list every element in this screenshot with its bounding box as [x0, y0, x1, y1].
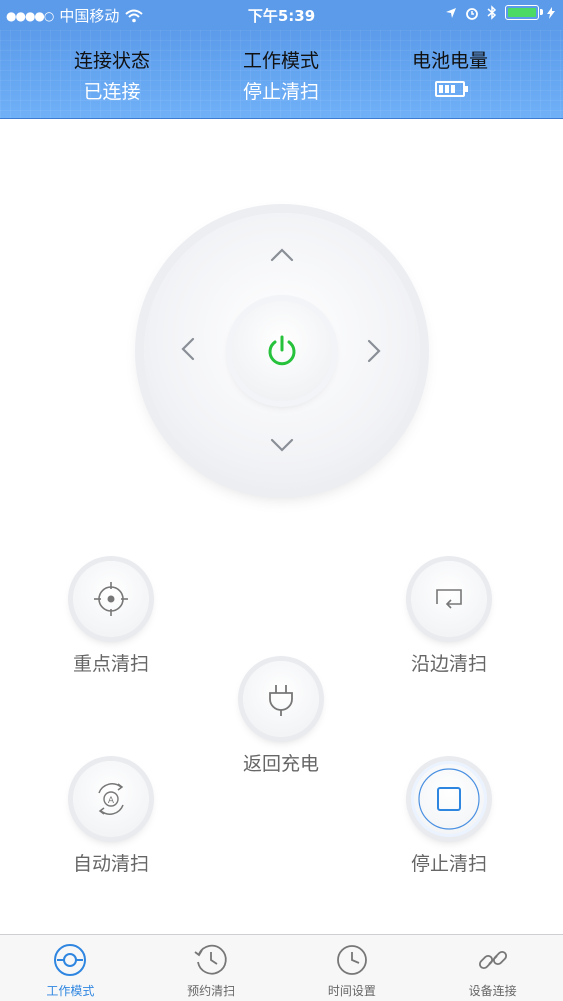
- move-forward-button[interactable]: [262, 235, 302, 275]
- tab-work-mode[interactable]: 工作模式: [0, 935, 141, 1001]
- stop-clean-button[interactable]: [411, 761, 487, 837]
- location-icon: [446, 7, 456, 18]
- work-mode-value: 停止清扫: [242, 81, 319, 103]
- target-icon: [94, 582, 128, 616]
- turn-right-button[interactable]: [354, 331, 394, 371]
- chevron-down-icon: [270, 438, 294, 452]
- tab-time-settings-label: 时间设置: [327, 984, 376, 998]
- tab-work-mode-label: 工作模式: [46, 984, 95, 998]
- move-backward-button[interactable]: [262, 425, 302, 465]
- chevron-up-icon: [270, 248, 294, 262]
- tab-schedule-clean[interactable]: 预约清扫: [141, 935, 282, 1001]
- return-charge-button[interactable]: [243, 661, 319, 737]
- stop-clean-label: 停止清扫: [410, 853, 487, 875]
- svg-text:A: A: [108, 796, 115, 806]
- history-icon: [194, 944, 227, 975]
- spot-clean-label: 重点清扫: [72, 653, 149, 675]
- bluetooth-icon: [487, 5, 497, 20]
- clock-icon: [336, 945, 367, 975]
- tab-bar: 工作模式 预约清扫 时间设置 设备连接: [0, 934, 563, 1001]
- spot-clean-button[interactable]: [73, 561, 149, 637]
- battery-level-title: 电池电量: [411, 50, 488, 72]
- robot-icon: [54, 944, 87, 976]
- connection-status: 连接状态 已连接: [32, 46, 192, 104]
- power-icon: [268, 335, 296, 366]
- tab-schedule-clean-label: 预约清扫: [187, 984, 236, 998]
- turn-left-button[interactable]: [168, 329, 208, 369]
- plug-icon: [269, 685, 293, 716]
- auto-clean-label: 自动清扫: [72, 853, 149, 875]
- work-mode-title: 工作模式: [242, 50, 319, 72]
- connection-status-value: 已连接: [83, 81, 141, 103]
- tab-device-connection-label: 设备连接: [468, 984, 517, 998]
- auto-clean-button[interactable]: A: [73, 761, 149, 837]
- edge-return-icon: [436, 589, 462, 609]
- stop-icon: [418, 768, 480, 830]
- battery-level-icon: [435, 81, 468, 97]
- auto-mode-icon: A: [98, 783, 124, 815]
- connection-status-title: 连接状态: [73, 50, 150, 72]
- status-right: [445, 5, 555, 20]
- tab-device-connection[interactable]: 设备连接: [422, 935, 563, 1001]
- status-bar: ●●●●○ 中国移动 下午5:39: [0, 0, 563, 30]
- direction-pad: [144, 213, 420, 489]
- spot-clean-mode: 重点清扫: [46, 561, 176, 676]
- edge-clean-mode: 沿边清扫: [384, 561, 514, 676]
- work-mode-status: 工作模式 停止清扫: [201, 46, 361, 104]
- edge-clean-button[interactable]: [411, 561, 487, 637]
- link-icon: [478, 950, 507, 970]
- auto-clean-mode: A 自动清扫: [46, 761, 176, 876]
- battery-level: 电池电量: [370, 46, 530, 101]
- return-charge-label: 返回充电: [242, 753, 319, 775]
- status-header: 连接状态 已连接 工作模式 停止清扫 电池电量: [0, 30, 563, 119]
- chevron-right-icon: [367, 339, 381, 363]
- charging-icon: [547, 6, 555, 19]
- alarm-icon: [466, 7, 478, 20]
- battery-status-icon: [505, 5, 543, 20]
- edge-clean-label: 沿边清扫: [410, 653, 487, 675]
- chevron-left-icon: [181, 337, 195, 361]
- recharge-mode: 返回充电: [216, 661, 346, 776]
- tab-time-settings[interactable]: 时间设置: [282, 935, 423, 1001]
- stop-clean-mode: 停止清扫: [384, 761, 514, 876]
- power-button[interactable]: [232, 301, 332, 401]
